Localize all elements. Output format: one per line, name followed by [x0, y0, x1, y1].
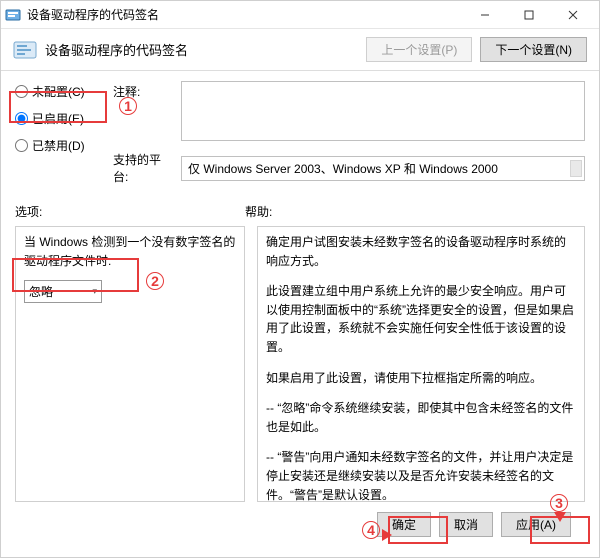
- window-title: 设备驱动程序的代码签名: [27, 6, 463, 23]
- radio-disabled-input[interactable]: [15, 139, 28, 152]
- help-paragraph: 此设置建立组中用户系统上允许的最少安全响应。用户可以使用控制面板中的“系统”选择…: [266, 282, 576, 356]
- annotation-num-4: 4: [362, 521, 380, 539]
- platforms-scrollbar[interactable]: [570, 160, 582, 177]
- annotation-num-3: 3: [550, 494, 568, 512]
- app-icon: [5, 7, 21, 23]
- help-paragraph: -- “警告”向用户通知未经数字签名的文件，并让用户决定是停止安装还是继续安装以…: [266, 448, 576, 502]
- annotation-box-2: [12, 258, 139, 292]
- platforms-box: 仅 Windows Server 2003、Windows XP 和 Windo…: [181, 156, 585, 181]
- platforms-label: 支持的平台:: [113, 151, 175, 185]
- content-area: 未配置(C) 已启用(E) 已禁用(D) 注释: 支持的平台:: [1, 71, 599, 557]
- platforms-value: 仅 Windows Server 2003、Windows XP 和 Windo…: [188, 162, 498, 176]
- annotation-arrow-4: [382, 529, 392, 541]
- annotation-num-1: 1: [119, 97, 137, 115]
- help-panel: 确定用户试图安装未经数字签名的设备驱动程序时系统的响应方式。 此设置建立组中用户…: [257, 226, 585, 502]
- titlebar: 设备驱动程序的代码签名: [1, 1, 599, 29]
- comment-textarea[interactable]: [181, 81, 585, 141]
- previous-setting-button: 上一个设置(P): [366, 37, 472, 62]
- footer: 确定 取消 应用(A): [15, 502, 585, 549]
- maximize-button[interactable]: [507, 1, 551, 29]
- radio-disabled-label: 已禁用(D): [32, 137, 85, 154]
- options-section-label: 选项:: [15, 203, 245, 220]
- subheader: 设备驱动程序的代码签名 上一个设置(P) 下一个设置(N): [1, 29, 599, 71]
- help-paragraph: -- “忽略”命令系统继续安装，即使其中包含未经签名的文件也是如此。: [266, 399, 576, 436]
- annotation-box-4: [388, 516, 448, 544]
- policy-icon: [13, 40, 37, 60]
- minimize-button[interactable]: [463, 1, 507, 29]
- help-section-label: 帮助:: [245, 203, 585, 220]
- annotation-num-2: 2: [146, 272, 164, 290]
- annotation-box-1: [9, 91, 107, 123]
- comment-label: 注释:: [113, 81, 175, 100]
- close-button[interactable]: [551, 1, 595, 29]
- next-setting-button[interactable]: 下一个设置(N): [480, 37, 587, 62]
- help-paragraph: 确定用户试图安装未经数字签名的设备驱动程序时系统的响应方式。: [266, 233, 576, 270]
- annotation-arrow-3: [554, 512, 566, 522]
- radio-disabled[interactable]: 已禁用(D): [15, 137, 103, 154]
- help-paragraph: 如果启用了此设置，请使用下拉框指定所需的响应。: [266, 369, 576, 388]
- subheader-title: 设备驱动程序的代码签名: [45, 40, 358, 59]
